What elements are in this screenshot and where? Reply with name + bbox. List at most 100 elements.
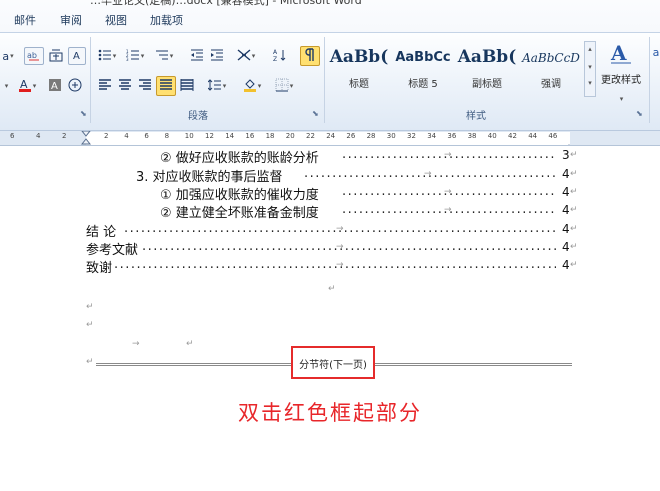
toc-page-number: 4 [562,185,570,199]
align-left-button[interactable] [96,77,114,95]
style-emphasis[interactable]: AaBbCcD 强调 [520,43,582,101]
styles-group-label: 样式 [466,111,486,122]
style-sample: AaBbCc [395,50,451,65]
ruler-number: 32 [407,132,416,140]
svg-text:3: 3 [126,57,129,61]
first-line-indent-marker[interactable] [80,131,92,145]
tab-addins[interactable]: 加载项 [150,12,183,28]
tab-mailings[interactable]: 邮件 [14,12,36,28]
section-break-highlight[interactable]: 分节符(下一页) [291,346,375,379]
tab-arrow-icon: → [424,169,432,179]
sort-button[interactable]: AZ [270,47,290,65]
decrease-indent-button[interactable] [188,47,206,65]
line-spacing-button[interactable]: ▾ [204,77,230,95]
font-size-suffix: a [2,49,10,63]
char-border-icon: A [71,49,83,64]
svg-text:A: A [610,41,627,65]
phonetic-guide-button[interactable] [46,47,66,65]
paragraph-mark-icon: ↵ [570,242,578,252]
ruler-number: 30 [386,132,396,140]
ruler-number: 28 [366,132,376,140]
group-separator [90,37,91,123]
character-border-button[interactable]: A [68,47,86,65]
style-sample: AaBb( [329,47,389,67]
change-styles-button[interactable]: A 更改样式 ▾ [598,39,644,103]
toc-entry[interactable]: 参考文献 [86,239,138,258]
right-indent-marker[interactable] [564,137,574,145]
tab-arrow-icon: → [336,224,344,234]
chevron-down-icon: ▾ [619,95,624,103]
document-page[interactable]: ② 做好应收账款的账龄分析 ..........................… [0,147,660,491]
paragraph-mark-icon: ↵ [86,302,94,312]
tab-leader: ........................................… [114,257,556,272]
toc-entry[interactable]: ② 建立健全坏账准备金制度 [160,202,319,221]
style-subtitle[interactable]: AaBb( 副标题 [456,43,518,101]
align-center-icon [118,78,132,94]
chinese-layout-button[interactable]: ▾ [232,47,260,65]
editing-find-button[interactable]: a [652,43,660,61]
more-font-button[interactable]: ▾ [0,77,12,95]
toc-entry-text: 结 论 [86,225,117,240]
style-name: 强调 [541,79,561,90]
toc-entry[interactable]: 结 论 [86,221,116,240]
character-shading-button[interactable]: A [46,77,64,95]
paragraph-dialog-launcher[interactable]: ⬊ [312,109,319,118]
horizontal-ruler[interactable]: 6 4 2 2 4 6 8 10 12 14 16 18 20 22 24 26 28 30 32 34 36 38 40 4… [0,131,660,146]
shading-button[interactable]: ▾ [238,77,266,95]
toc-page-number: 4 [562,240,570,254]
ruler-number: 10 [184,132,194,140]
ruler-number: 40 [487,132,497,140]
font-color-button[interactable]: A ▾ [14,77,40,95]
toc-entry[interactable]: ② 做好应收账款的账龄分析 [160,147,319,166]
ruler-number: 2 [62,132,67,140]
tab-arrow-icon: → [132,339,140,349]
change-case-icon: ab [27,49,41,64]
style-heading-5[interactable]: AaBbCc 标题 5 [392,43,454,101]
styles-scroll[interactable]: ▴ ▾ ▾ [584,41,596,97]
style-name: 标题 [349,79,369,90]
tab-leader: ........................................… [142,239,556,254]
toc-entry[interactable]: 3. 对应收账款的事后监督 [136,166,283,185]
distributed-icon [180,78,194,94]
chinese-layout-icon [237,48,251,64]
change-case-button[interactable]: ab [24,47,44,65]
numbering-icon: 123 [126,49,140,64]
char-shading-icon: A [48,78,62,95]
ruler-number: 18 [265,132,275,140]
tab-view[interactable]: 视图 [105,12,127,28]
paragraph-mark-icon: ↵ [570,224,578,234]
increase-indent-button[interactable] [208,47,226,65]
toc-entry[interactable]: ① 加强应收账款的催收力度 [160,184,319,203]
borders-icon [275,78,289,95]
toc-page-number: 4 [562,203,570,217]
ruler-number: 6 [144,132,149,140]
bullets-button[interactable]: ▾ [94,47,120,65]
style-name: 标题 5 [408,79,438,90]
align-right-icon [138,78,152,94]
borders-button[interactable]: ▾ [270,77,298,95]
enclose-characters-button[interactable] [66,77,84,95]
instruction-text: 双击红色框起部分 [238,401,422,425]
svg-text:ab: ab [27,51,37,60]
numbering-button[interactable]: 1 2 3 ▾ [122,47,148,65]
tab-review[interactable]: 审阅 [60,12,82,28]
distributed-button[interactable] [178,77,196,95]
font-size-dropdown[interactable]: a ▾ [0,47,16,65]
styles-dialog-launcher[interactable]: ⬊ [636,109,643,118]
svg-text:A: A [273,49,278,56]
scroll-up-icon: ▴ [588,45,592,53]
align-right-button[interactable] [136,77,154,95]
enclose-char-icon [68,78,82,95]
ruler-number: 20 [285,132,295,140]
style-heading[interactable]: AaBb( 标题 [328,43,390,101]
paragraph-mark-icon: ↵ [570,205,578,215]
font-dialog-launcher[interactable]: ⬊ [80,109,87,118]
justify-button[interactable] [156,76,176,96]
paragraph-mark-icon: ↵ [86,320,94,330]
multilevel-list-button[interactable]: ▾ [150,47,178,65]
align-center-button[interactable] [116,77,134,95]
window-title: …毕业论文(定稿)…docx [兼容模式] - Microsoft Word [90,0,362,7]
tab-arrow-icon: → [444,150,452,160]
show-hide-marks-button[interactable] [300,46,320,66]
toc-entry[interactable]: 致谢 [86,257,112,276]
